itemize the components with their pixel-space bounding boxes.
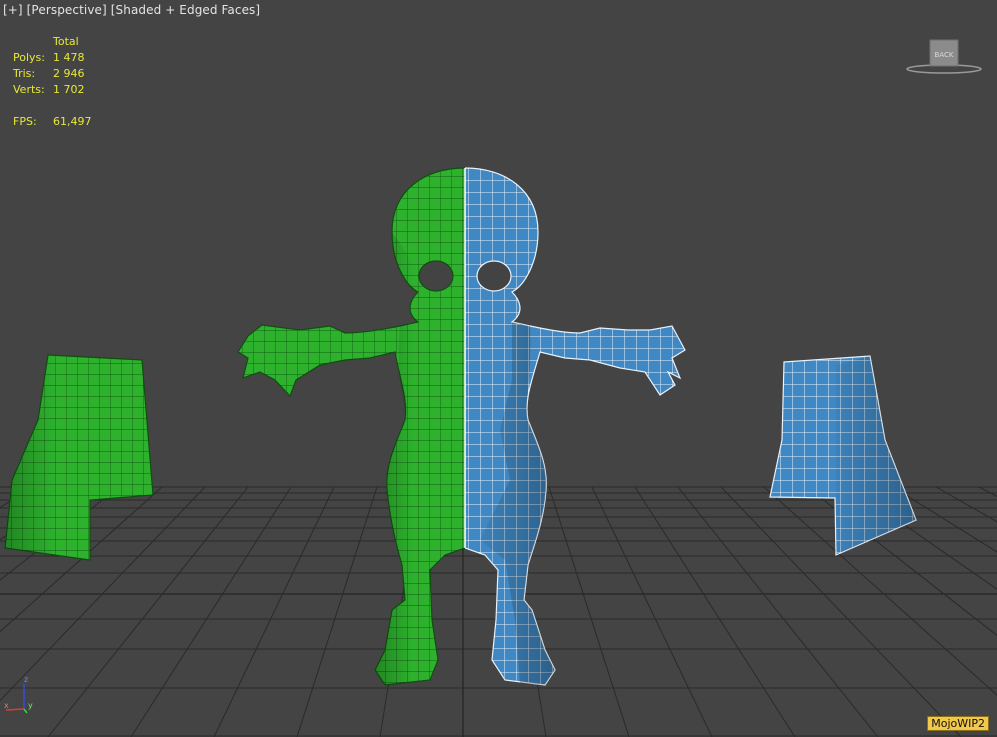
green-skirt-panel[interactable] (4, 354, 154, 561)
axis-tripod-icon: z x y (4, 675, 33, 714)
axis-z-label: z (24, 675, 28, 684)
axis-x-label: x (4, 701, 9, 710)
character-green-half (237, 167, 465, 686)
stats-verts-value: 1 702 (53, 83, 85, 96)
viewcube-icon: BACK (906, 39, 982, 74)
stats-polys-value: 1 478 (53, 51, 85, 64)
stats-fps-value: 61,497 (53, 115, 92, 128)
character-blue-half (465, 167, 686, 686)
stats-tris-label: Tris: (13, 67, 36, 80)
viewport-scene[interactable] (0, 0, 997, 737)
perspective-viewport[interactable]: [+] [Perspective] [Shaded + Edged Faces]… (0, 0, 997, 737)
stats-total-header: Total (53, 35, 79, 48)
character-mesh[interactable] (237, 167, 686, 686)
stats-polys-label: Polys: (13, 51, 45, 64)
project-badge: MojoWIP2 (927, 716, 989, 731)
axis-y-label: y (28, 701, 33, 710)
blue-skirt-panel[interactable] (769, 355, 917, 556)
viewport-shading-menu[interactable]: [Shaded + Edged Faces] (111, 3, 260, 17)
viewcube-face-label: BACK (935, 51, 954, 59)
axis-tripod: z x y (2, 672, 42, 717)
viewport-label: [+] [Perspective] [Shaded + Edged Faces] (3, 3, 260, 17)
stats-fps-label: FPS: (13, 115, 37, 128)
viewport-menu-plus[interactable]: [+] (3, 3, 23, 17)
stats-verts-label: Verts: (13, 83, 45, 96)
viewport-view-menu[interactable]: [Perspective] (27, 3, 107, 17)
stats-tris-value: 2 946 (53, 67, 85, 80)
viewcube[interactable]: BACK (905, 38, 983, 78)
